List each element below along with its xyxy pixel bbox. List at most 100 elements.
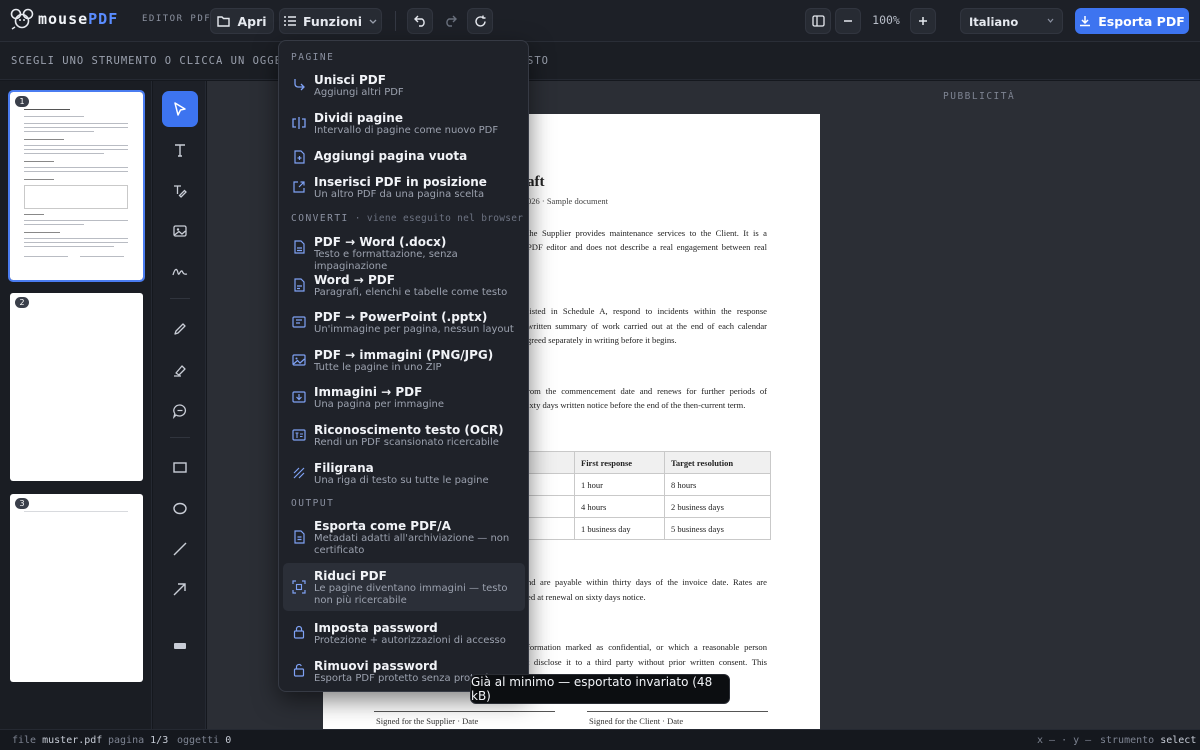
image-import-icon <box>292 391 306 403</box>
menu-item-desc: Intervallo di pagine come nuovo PDF <box>314 125 499 136</box>
menu-item-pdf-to-images[interactable]: PDF → immagini (PNG/JPG) Tutte le pagine… <box>283 344 525 376</box>
menu-item-title: Riconoscimento testo (OCR) <box>314 423 504 437</box>
status-page: pagina 1/3 <box>108 735 169 746</box>
page-thumbnail[interactable]: 3 <box>10 494 143 682</box>
highlighter-tool[interactable] <box>162 352 198 388</box>
table-row: 4 hours 2 business days <box>527 495 771 518</box>
text-edit-icon <box>174 185 187 198</box>
signature-line <box>374 711 555 712</box>
menu-item-compress-pdf[interactable]: Riduci PDF Le pagine diventano immagini … <box>283 563 525 611</box>
reload-icon <box>474 15 486 27</box>
rectangle-tool[interactable] <box>162 449 198 485</box>
functions-menu: PAGINE Unisci PDF Aggiungi altri PDF Div… <box>278 40 529 692</box>
pen-tool[interactable] <box>162 311 198 347</box>
editor-tag: EDITOR PDF <box>142 14 212 24</box>
image-tool[interactable] <box>162 213 198 249</box>
document-line: ixty days written notice before the end … <box>527 400 746 410</box>
document-line: greed separately in writing before it be… <box>527 335 677 345</box>
menu-item-pdf-to-word[interactable]: PDF → Word (.docx) Testo e formattazione… <box>283 231 525 272</box>
page-thumbnail[interactable]: 1 <box>8 90 145 282</box>
ellipse-tool[interactable] <box>162 490 198 526</box>
menu-item-desc: Un altro PDF da una pagina scelta <box>314 189 485 200</box>
menu-item-set-password[interactable]: Imposta password Protezione + autorizzaz… <box>283 617 525 649</box>
hint-text-tail: STO <box>527 55 549 67</box>
menu-item-word-to-pdf[interactable]: Word → PDF Paragrafi, elenchi e tabelle … <box>283 269 525 301</box>
menu-item-title: Filigrana <box>314 461 374 475</box>
app-name: mousePDF <box>38 10 119 28</box>
open-button[interactable]: Apri <box>210 8 274 34</box>
minus-icon <box>844 20 852 22</box>
top-toolbar: mousePDF EDITOR PDF Apri Funzioni 100% I… <box>0 0 1200 42</box>
sidebar-toggle-button[interactable] <box>805 8 831 34</box>
export-pdf-button[interactable]: Esporta PDF <box>1075 8 1189 34</box>
undo-icon <box>413 15 425 27</box>
lock-icon <box>293 625 305 639</box>
zoom-level: 100% <box>872 13 900 27</box>
edit-text-tool[interactable] <box>162 173 198 209</box>
slides-icon <box>292 316 306 328</box>
menu-item-desc: Protezione + autorizzazioni di accesso <box>314 635 506 646</box>
rectangle-icon <box>173 462 187 473</box>
menu-item-desc: Le pagine diventano immagini — testo non… <box>314 583 508 606</box>
menu-item-split[interactable]: Dividi pagine Intervallo di pagine come … <box>283 107 525 139</box>
menu-item-pdf-to-powerpoint[interactable]: PDF → PowerPoint (.pptx) Un'immagine per… <box>283 306 525 338</box>
toast-message: Già al minimo — esportato invariato (48 … <box>471 675 713 703</box>
functions-button[interactable]: Funzioni <box>279 8 382 34</box>
menu-item-insert-pdf[interactable]: Inserisci PDF in posizione Un altro PDF … <box>283 171 525 203</box>
archive-file-icon <box>294 530 305 544</box>
signature-line <box>587 711 768 712</box>
text-tool[interactable] <box>162 132 198 168</box>
redact-icon <box>174 643 186 649</box>
page-thumbnail[interactable]: 2 <box>10 293 143 481</box>
zoom-out-button[interactable] <box>835 8 861 34</box>
arrow-tool[interactable] <box>162 571 198 607</box>
menu-item-desc: Rendi un PDF scansionato ricercabile <box>314 437 499 448</box>
table-row: First response Target resolution <box>527 451 771 474</box>
zoom-in-button[interactable] <box>910 8 936 34</box>
compress-icon <box>292 580 306 594</box>
comment-tool[interactable] <box>162 393 198 429</box>
ocr-icon <box>292 429 306 441</box>
menu-item-desc: Metadati adatti all'archiviazione — non … <box>314 533 510 556</box>
signature-tool[interactable] <box>162 254 198 290</box>
menu-item-desc: Una pagina per immagine <box>314 399 445 410</box>
tools-divider <box>170 298 190 299</box>
redact-tool[interactable] <box>162 628 198 664</box>
document-line: t disclose it to a third party without p… <box>527 657 767 667</box>
menu-item-watermark[interactable]: Filigrana Una riga di testo su tutte le … <box>283 457 525 489</box>
language-select[interactable]: Italiano <box>960 8 1063 34</box>
menu-item-title: Word → PDF <box>314 273 395 287</box>
menu-item-title: Unisci PDF <box>314 73 386 87</box>
redo-icon <box>445 15 457 27</box>
table-header: First response <box>574 451 665 474</box>
reload-button[interactable] <box>467 8 493 34</box>
redo-button[interactable] <box>437 8 463 34</box>
menu-item-desc: Una riga di testo su tutte le pagine <box>314 475 489 486</box>
word-file-icon <box>294 240 305 254</box>
menu-item-title: Riduci PDF <box>314 569 387 583</box>
menu-item-export-pdfa[interactable]: Esporta come PDF/A Metadati adatti all'a… <box>283 515 525 559</box>
menu-item-title: Dividi pagine <box>314 111 403 125</box>
page-number-badge: 1 <box>15 96 29 107</box>
menu-item-title: Esporta come PDF/A <box>314 519 451 533</box>
menu-item-add-blank-page[interactable]: Aggiungi pagina vuota <box>283 145 525 169</box>
menu-item-title: Imposta password <box>314 621 438 635</box>
folder-icon <box>217 16 231 27</box>
tools-panel <box>153 81 206 729</box>
signature-icon <box>172 268 188 276</box>
chevron-down-icon <box>369 19 377 24</box>
select-tool[interactable] <box>162 91 198 127</box>
menu-item-images-to-pdf[interactable]: Immagini → PDF Una pagina per immagine <box>283 381 525 413</box>
chevron-down-icon <box>1047 18 1054 23</box>
undo-button[interactable] <box>407 8 433 34</box>
ad-label: PUBBLICITÀ <box>943 91 1016 102</box>
cursor-icon <box>174 102 186 116</box>
menu-item-merge[interactable]: Unisci PDF Aggiungi altri PDF <box>283 69 525 101</box>
menu-item-ocr[interactable]: Riconoscimento testo (OCR) Rendi un PDF … <box>283 419 525 451</box>
arrow-icon <box>173 583 186 596</box>
status-objects: oggetti 0 <box>177 735 232 746</box>
document-line: nd are payable within thirty days of the… <box>527 577 767 587</box>
line-tool[interactable] <box>162 531 198 567</box>
menu-item-title: PDF → immagini (PNG/JPG) <box>314 348 494 362</box>
menu-item-desc: Tutte le pagine in uno ZIP <box>314 362 442 373</box>
